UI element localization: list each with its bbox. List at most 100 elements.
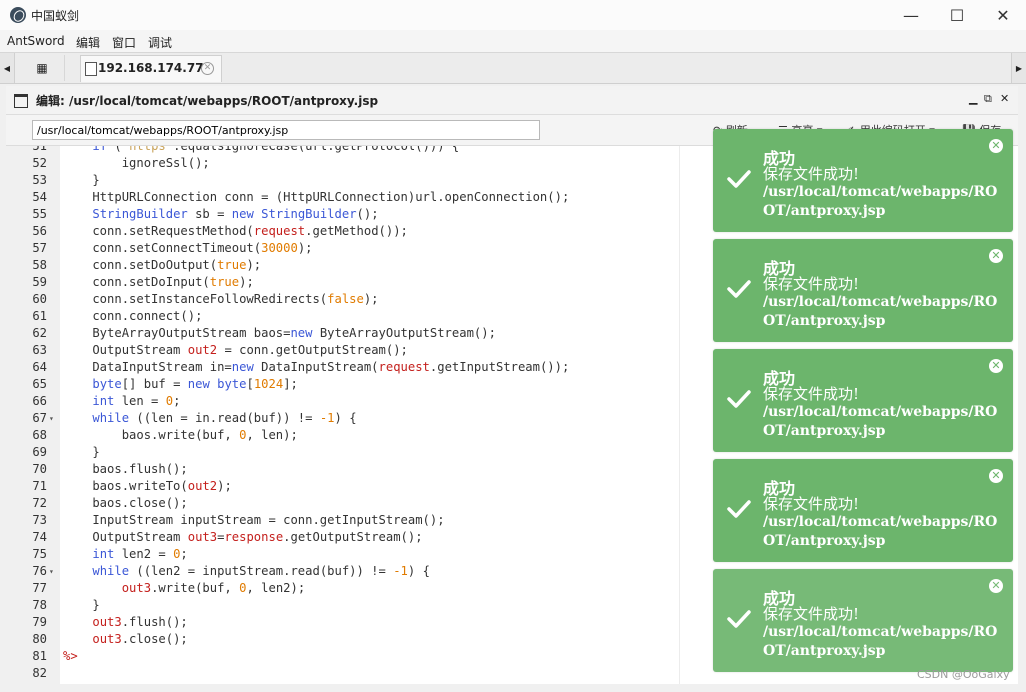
line-number: 67 xyxy=(32,411,47,425)
success-toast[interactable]: ✕ 成功 保存文件成功! /usr/local/tomcat/webapps/R… xyxy=(713,459,1013,562)
success-toast[interactable]: ✕ 成功 保存文件成功! /usr/local/tomcat/webapps/R… xyxy=(713,349,1013,452)
line-number: 77 xyxy=(32,581,47,595)
line-number: 59 xyxy=(32,275,47,289)
code-text: OutputStream out3=response.getOutputStre… xyxy=(63,530,423,544)
code-text: } xyxy=(63,173,100,187)
tab-home[interactable]: ▦ xyxy=(20,55,65,81)
line-number: 73 xyxy=(32,513,47,527)
line-number: 81 xyxy=(32,649,47,663)
minimize-button[interactable]: — xyxy=(888,0,934,30)
close-icon[interactable]: ✕ xyxy=(989,139,1003,153)
toast-message: 保存文件成功! xyxy=(763,385,860,403)
toast-message: 保存文件成功! xyxy=(763,495,860,513)
fold-arrow-icon[interactable]: ▾ xyxy=(49,563,54,580)
code-text: baos.writeTo(out2); xyxy=(63,479,232,493)
code-text: baos.write(buf, 0, len); xyxy=(63,428,298,442)
line-number: 80 xyxy=(32,632,47,646)
toast-path: /usr/local/tomcat/webapps/ROOT/antproxy.… xyxy=(763,514,998,549)
panel-title: 编辑: /usr/local/tomcat/webapps/ROOT/antpr… xyxy=(36,94,379,108)
code-text: byte[] buf = new byte[1024]; xyxy=(92,377,298,391)
code-text: conn.setRequestMethod(request.getMethod(… xyxy=(63,224,408,238)
tab-scroll-left-button[interactable]: ◀ xyxy=(0,53,15,83)
window-icon xyxy=(14,94,28,108)
code-text: } xyxy=(63,598,100,612)
code-text: if ("https".equalsIgnoreCase(url.getProt… xyxy=(92,146,460,153)
code-text: HttpURLConnection conn = (HttpURLConnect… xyxy=(63,190,570,204)
line-number: 78 xyxy=(32,598,47,612)
close-icon[interactable]: ✕ xyxy=(989,249,1003,263)
check-icon xyxy=(727,500,751,518)
title-bar: 中国蚁剑 — ☐ ✕ xyxy=(0,0,1026,30)
line-number: 65 xyxy=(32,377,47,391)
line-number: 72 xyxy=(32,496,47,510)
toast-path: /usr/local/tomcat/webapps/ROOT/antproxy.… xyxy=(763,624,998,659)
line-number: 60 xyxy=(32,292,47,306)
close-icon[interactable]: ✕ xyxy=(989,469,1003,483)
line-number: 71 xyxy=(32,479,47,493)
line-number: 51 xyxy=(32,146,47,153)
line-number: 66 xyxy=(32,394,47,408)
line-number: 61 xyxy=(32,309,47,323)
code-text: conn.setDoOutput(true); xyxy=(63,258,262,272)
success-toast[interactable]: ✕ 成功 保存文件成功! /usr/local/tomcat/webapps/R… xyxy=(713,129,1013,232)
success-toast[interactable]: ✕ 成功 保存文件成功! /usr/local/tomcat/webapps/R… xyxy=(713,239,1013,342)
line-number: 82 xyxy=(32,666,47,680)
maximize-button[interactable]: ☐ xyxy=(934,0,980,30)
line-number: 52 xyxy=(32,156,47,170)
panel-close-button[interactable]: ✕ xyxy=(1000,92,1009,105)
success-toast[interactable]: ✕ 成功 保存文件成功! /usr/local/tomcat/webapps/R… xyxy=(713,569,1013,672)
line-number: 79 xyxy=(32,615,47,629)
code-text: out3.flush(); xyxy=(92,615,188,629)
close-window-button[interactable]: ✕ xyxy=(980,0,1026,30)
code-text: conn.setConnectTimeout(30000); xyxy=(63,241,313,255)
line-number: 55 xyxy=(32,207,47,221)
code-text: out3.write(buf, 0, len2); xyxy=(121,581,306,595)
code-text: int len2 = 0; xyxy=(92,547,188,561)
fold-arrow-icon[interactable]: ▾ xyxy=(49,410,54,427)
code-text: conn.setDoInput(true); xyxy=(63,275,254,289)
check-icon xyxy=(727,280,751,298)
code-text: ByteArrayOutputStream baos=new ByteArray… xyxy=(63,326,496,340)
menu-window[interactable]: 窗口 xyxy=(112,34,136,51)
antsword-logo-icon xyxy=(10,7,26,23)
code-text: StringBuilder sb = new StringBuilder(); xyxy=(92,207,379,221)
line-number: 57 xyxy=(32,241,47,255)
watermark: CSDN @OoGalxy xyxy=(917,668,1010,681)
tab-shell[interactable]: 192.168.174.77 ✕ xyxy=(80,55,222,82)
code-text: } xyxy=(63,445,100,459)
line-number: 70 xyxy=(32,462,47,476)
line-number: 75 xyxy=(32,547,47,561)
check-icon xyxy=(727,170,751,188)
panel-minimize-button[interactable]: ▁ xyxy=(969,92,977,105)
grid-icon: ▦ xyxy=(36,61,48,75)
toast-message: 保存文件成功! xyxy=(763,605,860,623)
close-icon[interactable]: ✕ xyxy=(989,579,1003,593)
code-text: ignoreSsl(); xyxy=(63,156,210,170)
code-text: baos.close(); xyxy=(63,496,188,510)
toast-path: /usr/local/tomcat/webapps/ROOT/antproxy.… xyxy=(763,294,998,329)
line-number: 69 xyxy=(32,445,47,459)
menu-debug[interactable]: 调试 xyxy=(148,34,172,51)
panel-restore-button[interactable]: ⧉ xyxy=(984,92,992,106)
line-number: 76 xyxy=(32,564,47,578)
code-text: conn.setInstanceFollowRedirects(false); xyxy=(63,292,379,306)
code-text: out3.close(); xyxy=(92,632,188,646)
tab-shell-label: 192.168.174.77 xyxy=(98,61,204,75)
document-icon xyxy=(85,62,97,76)
tab-strip: ◀ ▦ 192.168.174.77 ✕ ▶ xyxy=(0,52,1026,84)
code-text: int len = 0; xyxy=(92,394,181,408)
close-icon[interactable]: ✕ xyxy=(989,359,1003,373)
check-icon xyxy=(727,390,751,408)
tab-close-icon[interactable]: ✕ xyxy=(201,62,214,75)
file-path-input[interactable] xyxy=(32,120,540,140)
line-number: 56 xyxy=(32,224,47,238)
toast-message: 保存文件成功! xyxy=(763,165,860,183)
check-icon xyxy=(727,610,751,628)
code-text: baos.flush(); xyxy=(63,462,188,476)
menu-edit[interactable]: 编辑 xyxy=(76,34,100,51)
menu-antsword[interactable]: AntSword xyxy=(7,34,65,48)
toast-message: 保存文件成功! xyxy=(763,275,860,293)
tab-scroll-right-button[interactable]: ▶ xyxy=(1011,53,1026,83)
code-text: DataInputStream in=new DataInputStream(r… xyxy=(63,360,570,374)
line-number: 53 xyxy=(32,173,47,187)
